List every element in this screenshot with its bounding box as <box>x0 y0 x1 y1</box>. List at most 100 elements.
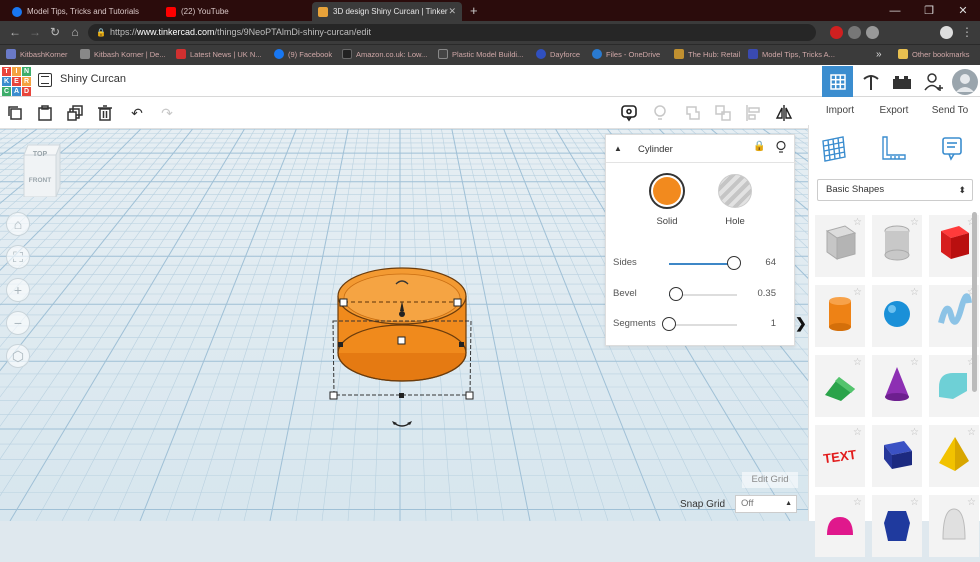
3d-view-button[interactable] <box>822 66 853 97</box>
favorite-star-icon[interactable]: ☆ <box>910 287 919 298</box>
favorite-star-icon[interactable]: ☆ <box>910 357 919 368</box>
notes-panel-icon[interactable] <box>939 135 967 163</box>
perspective-icon[interactable]: ⬡ <box>6 344 30 368</box>
browser-tab-0[interactable]: Model Tips, Tricks and Tutorials <box>6 2 156 21</box>
user-avatar[interactable] <box>949 66 980 97</box>
copy-icon[interactable] <box>6 104 24 122</box>
maximize-button[interactable]: ❐ <box>912 0 946 21</box>
cylinder-shape[interactable] <box>312 256 512 436</box>
favorite-star-icon[interactable]: ☆ <box>853 427 862 438</box>
more-bookmarks-button[interactable]: » <box>876 49 882 60</box>
bookmark-item[interactable]: KitbashKorner <box>6 49 68 59</box>
favorite-star-icon[interactable]: ☆ <box>910 497 919 508</box>
shape-roof[interactable]: ☆ <box>815 355 865 417</box>
favorite-star-icon[interactable]: ☆ <box>967 497 976 508</box>
segments-value[interactable]: 1 <box>771 318 776 329</box>
hole-option[interactable] <box>718 174 752 208</box>
favorite-star-icon[interactable]: ☆ <box>853 497 862 508</box>
redo-icon[interactable]: ↷ <box>158 104 176 122</box>
shape-cylinder[interactable]: ☆ <box>815 285 865 347</box>
browser-tab-2[interactable]: 3D design Shiny Curcan | Tinker… ✕ <box>312 2 462 21</box>
favorite-star-icon[interactable]: ☆ <box>853 357 862 368</box>
group-icon[interactable] <box>684 104 702 122</box>
shape-text[interactable]: TEXT ☆ <box>815 425 865 487</box>
fit-view-icon[interactable]: ⛶ <box>6 245 30 269</box>
browser-tab-1[interactable]: (22) YouTube <box>160 2 310 21</box>
other-bookmarks-folder[interactable]: Other bookmarks <box>898 49 970 59</box>
profile-avatar[interactable] <box>940 26 953 39</box>
view-cube[interactable]: TOP FRONT <box>20 141 61 198</box>
shape-pyramid[interactable]: ☆ <box>929 425 979 487</box>
shape-cylinder-hole[interactable]: ☆ <box>872 215 922 277</box>
ungroup-icon[interactable] <box>714 104 732 122</box>
adblock-extension-icon[interactable] <box>830 26 843 39</box>
paste-icon[interactable] <box>36 104 54 122</box>
workplane-grid-icon[interactable] <box>819 135 847 163</box>
design-title[interactable]: Shiny Curcan <box>60 73 126 85</box>
bevel-slider-knob[interactable] <box>668 287 683 301</box>
bookmark-item[interactable]: The Hub: Retail <box>674 49 740 59</box>
favorite-star-icon[interactable]: ☆ <box>910 427 919 438</box>
duplicate-icon[interactable] <box>66 104 84 122</box>
favorite-star-icon[interactable]: ☆ <box>967 427 976 438</box>
send-to-button[interactable]: Send To <box>922 103 978 119</box>
collapse-triangle-icon[interactable]: ▲ <box>614 144 622 153</box>
bookmark-item[interactable]: Dayforce <box>536 49 580 59</box>
light-bulb-icon[interactable] <box>775 140 787 159</box>
delete-icon[interactable] <box>96 104 114 122</box>
library-scrollbar[interactable] <box>972 212 977 392</box>
align-icon[interactable] <box>745 104 763 122</box>
bricks-button[interactable] <box>886 66 917 97</box>
bookmark-item[interactable]: (9) Facebook <box>274 49 332 59</box>
home-icon[interactable]: ⌂ <box>68 25 82 39</box>
bevel-value[interactable]: 0.35 <box>758 288 777 299</box>
back-icon[interactable]: ← <box>8 25 22 39</box>
browser-menu-icon[interactable]: ⋮ <box>960 25 974 39</box>
sides-value[interactable]: 64 <box>765 257 776 268</box>
forward-icon[interactable]: → <box>28 25 42 39</box>
shape-cone[interactable]: ☆ <box>872 355 922 417</box>
shape-sphere[interactable]: ☆ <box>872 285 922 347</box>
sides-slider-knob[interactable] <box>726 256 741 270</box>
pickaxe-button[interactable] <box>855 66 886 97</box>
favorite-star-icon[interactable]: ☆ <box>853 217 862 228</box>
close-tab-icon[interactable]: ✕ <box>448 6 456 17</box>
shape-half-sphere[interactable]: ☆ <box>815 495 865 557</box>
add-user-button[interactable] <box>918 66 949 97</box>
bookmark-item[interactable]: Amazon.co.uk: Low... <box>342 49 427 59</box>
bookmark-item[interactable]: Files - OneDrive <box>592 49 660 59</box>
segments-slider[interactable] <box>669 324 737 326</box>
shape-shape-generator[interactable]: ☆ <box>872 425 922 487</box>
extensions-puzzle-icon[interactable] <box>866 26 879 39</box>
ruler-icon[interactable] <box>879 135 907 163</box>
edit-grid-button[interactable]: Edit Grid <box>742 472 798 488</box>
lightbulb-icon[interactable] <box>651 104 669 122</box>
home-view-icon[interactable]: ⌂ <box>6 212 30 236</box>
bookmark-item[interactable]: Plastic Model Buildi... <box>438 49 523 59</box>
tinkercad-logo[interactable]: T I N K E R C A D <box>2 67 31 96</box>
shape-paraboloid[interactable]: ☆ <box>929 495 979 557</box>
bookmark-item[interactable]: Kitbash Korner | De... <box>80 49 166 59</box>
bookmark-item[interactable]: Latest News | UK N... <box>176 49 262 59</box>
shape-polygon[interactable]: ☆ <box>872 495 922 557</box>
design-list-icon[interactable] <box>38 73 52 87</box>
import-button[interactable]: Import <box>814 103 866 119</box>
chevron-right-icon[interactable]: ❯ <box>795 315 807 332</box>
export-button[interactable]: Export <box>868 103 920 119</box>
new-tab-button[interactable]: + <box>470 3 478 18</box>
shape-box-hole[interactable]: ☆ <box>815 215 865 277</box>
undo-icon[interactable]: ↶ <box>128 104 146 122</box>
favorite-star-icon[interactable]: ☆ <box>910 217 919 228</box>
shape-category-select[interactable]: Basic Shapes ⬍ <box>817 179 973 201</box>
mirror-icon[interactable] <box>775 104 793 122</box>
extension-icon[interactable] <box>848 26 861 39</box>
bookmark-item[interactable]: Model Tips, Tricks A... <box>748 49 835 59</box>
zoom-out-icon[interactable]: − <box>6 311 30 335</box>
notes-icon[interactable] <box>620 104 638 122</box>
close-window-button[interactable]: ✕ <box>946 0 980 21</box>
zoom-in-icon[interactable]: + <box>6 278 30 302</box>
minimize-button[interactable]: — <box>878 0 912 21</box>
lock-shape-icon[interactable]: 🔒 <box>753 141 765 152</box>
snap-grid-select[interactable]: Off ▲ <box>735 495 797 513</box>
favorite-star-icon[interactable]: ☆ <box>853 287 862 298</box>
